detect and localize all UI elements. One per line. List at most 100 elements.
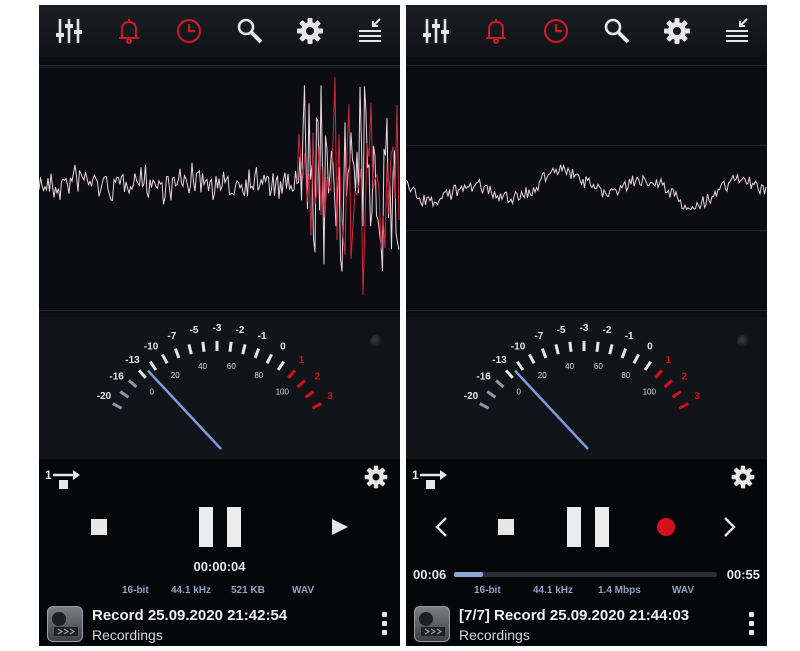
meter-scale-label: -20 [97, 391, 112, 402]
record-button[interactable] [657, 518, 675, 536]
meter-tick [595, 341, 600, 352]
peak-indicator [737, 335, 749, 347]
bit-depth: 16-bit [122, 585, 149, 596]
elapsed-time: 00:06 [413, 567, 447, 582]
bell-icon[interactable] [478, 13, 514, 49]
sample-rate: 44.1 kHz [533, 585, 574, 596]
meter-scale-label: -5 [190, 325, 199, 336]
pause-button[interactable] [567, 507, 609, 547]
meter-scale-label: 3 [694, 391, 700, 402]
meter-percent-label: 0 [516, 387, 521, 396]
meter-tick [495, 379, 505, 389]
meter-percent-label: 0 [149, 387, 154, 396]
vu-meter-dial: -20-16-13-10-7-5 -3 -2-1012302040 6080100 [464, 323, 700, 450]
meter-tick [201, 341, 206, 352]
current-recording[interactable]: Record 25.09.2020 21:42:54 Recordings [39, 600, 400, 646]
recording-title: Record 25.09.2020 21:42:54 [92, 607, 288, 624]
bitrate: 1.4 Mbps [598, 585, 641, 596]
total-time: 00:55 [726, 567, 760, 582]
playback-controls: 1 00:06 00:55 16-bit 44.1 kHz 1.4 Mbps W… [406, 459, 767, 646]
meter-needle [514, 369, 589, 450]
sort-icon[interactable] [719, 13, 755, 49]
meter-tick [568, 341, 573, 352]
equalizer-icon[interactable] [418, 13, 454, 49]
top-toolbar [406, 5, 767, 57]
meter-scale-label: 3 [327, 391, 333, 402]
meter-tick [311, 402, 322, 410]
meter-percent-label: 100 [643, 387, 657, 396]
meter-tick [554, 344, 560, 355]
meter-scale-label: -7 [534, 331, 543, 342]
stop-button[interactable] [498, 519, 514, 535]
top-toolbar [39, 5, 400, 57]
channel-mode-icon[interactable]: 1 [45, 465, 81, 491]
meter-scale-label: -13 [125, 355, 140, 366]
meter-scale-label: -10 [144, 341, 159, 352]
more-menu-icon[interactable] [747, 612, 755, 638]
gear-icon[interactable] [292, 13, 328, 49]
seek-bar[interactable] [454, 572, 717, 577]
gear-icon[interactable] [362, 463, 390, 491]
meter-tick [540, 348, 548, 359]
meter-scale-label: 0 [280, 341, 286, 352]
meter-scale-label: -2 [603, 325, 612, 336]
meter-tick [149, 360, 158, 371]
playback-controls: 1 00:00:04 16-bit 44.1 kHz 521 KB WAV Re… [39, 459, 400, 646]
previous-icon[interactable] [432, 515, 452, 539]
waveform-display [39, 65, 400, 311]
meter-needle [147, 369, 222, 450]
sample-rate: 44.1 kHz [171, 585, 212, 596]
meter-tick [265, 353, 273, 364]
bell-icon[interactable] [111, 13, 147, 49]
file-size: 521 KB [231, 585, 265, 596]
meter-tick [296, 379, 306, 389]
meter-scale-label: 1 [299, 355, 305, 366]
equalizer-icon[interactable] [51, 13, 87, 49]
meter-tick [137, 369, 147, 379]
meter-tick [253, 348, 261, 359]
seek-bar-fill [454, 572, 483, 577]
meter-tick [671, 390, 682, 399]
meter-scale-label: -3 [213, 323, 222, 334]
current-recording[interactable]: [7/7] Record 25.09.2020 21:44:03 Recordi… [406, 600, 767, 646]
waveform [406, 163, 767, 211]
meter-percent-label: 60 [227, 362, 236, 371]
meter-tick [504, 369, 514, 379]
meter-tick [304, 390, 315, 399]
meter-tick [663, 379, 673, 389]
meter-scale-label: -16 [476, 372, 491, 383]
meter-percent-label: 20 [538, 371, 547, 380]
meter-percent-label: 100 [276, 387, 290, 396]
gear-icon[interactable] [659, 13, 695, 49]
meter-scale-label: -1 [258, 331, 267, 342]
meter-tick [241, 344, 247, 355]
recording-title: [7/7] Record 25.09.2020 21:44:03 [459, 607, 690, 624]
play-button[interactable] [332, 519, 348, 535]
meter-scale-label: 1 [666, 355, 672, 366]
stop-button[interactable] [91, 519, 107, 535]
meter-scale-label: -1 [625, 331, 634, 342]
meter-tick [479, 402, 490, 410]
meter-scale-label: -3 [580, 323, 589, 334]
meter-scale-label: -13 [492, 355, 507, 366]
svg-text:1: 1 [412, 468, 419, 482]
meter-tick [643, 360, 652, 371]
search-icon[interactable] [599, 13, 635, 49]
search-icon[interactable] [232, 13, 268, 49]
meter-tick [678, 402, 689, 410]
pause-button[interactable] [199, 507, 241, 547]
channel-mode-icon[interactable]: 1 [412, 465, 448, 491]
meter-tick [228, 341, 233, 352]
next-icon[interactable] [719, 515, 739, 539]
sort-icon[interactable] [352, 13, 388, 49]
gear-icon[interactable] [729, 463, 757, 491]
clock-icon[interactable] [538, 13, 574, 49]
more-menu-icon[interactable] [380, 612, 388, 638]
meter-scale-label: -7 [167, 331, 176, 342]
meter-scale-label: 2 [682, 372, 688, 383]
meter-scale-label: -20 [464, 391, 479, 402]
clock-icon[interactable] [171, 13, 207, 49]
meter-tick [620, 348, 628, 359]
meter-tick [516, 360, 525, 371]
meter-tick [632, 353, 640, 364]
